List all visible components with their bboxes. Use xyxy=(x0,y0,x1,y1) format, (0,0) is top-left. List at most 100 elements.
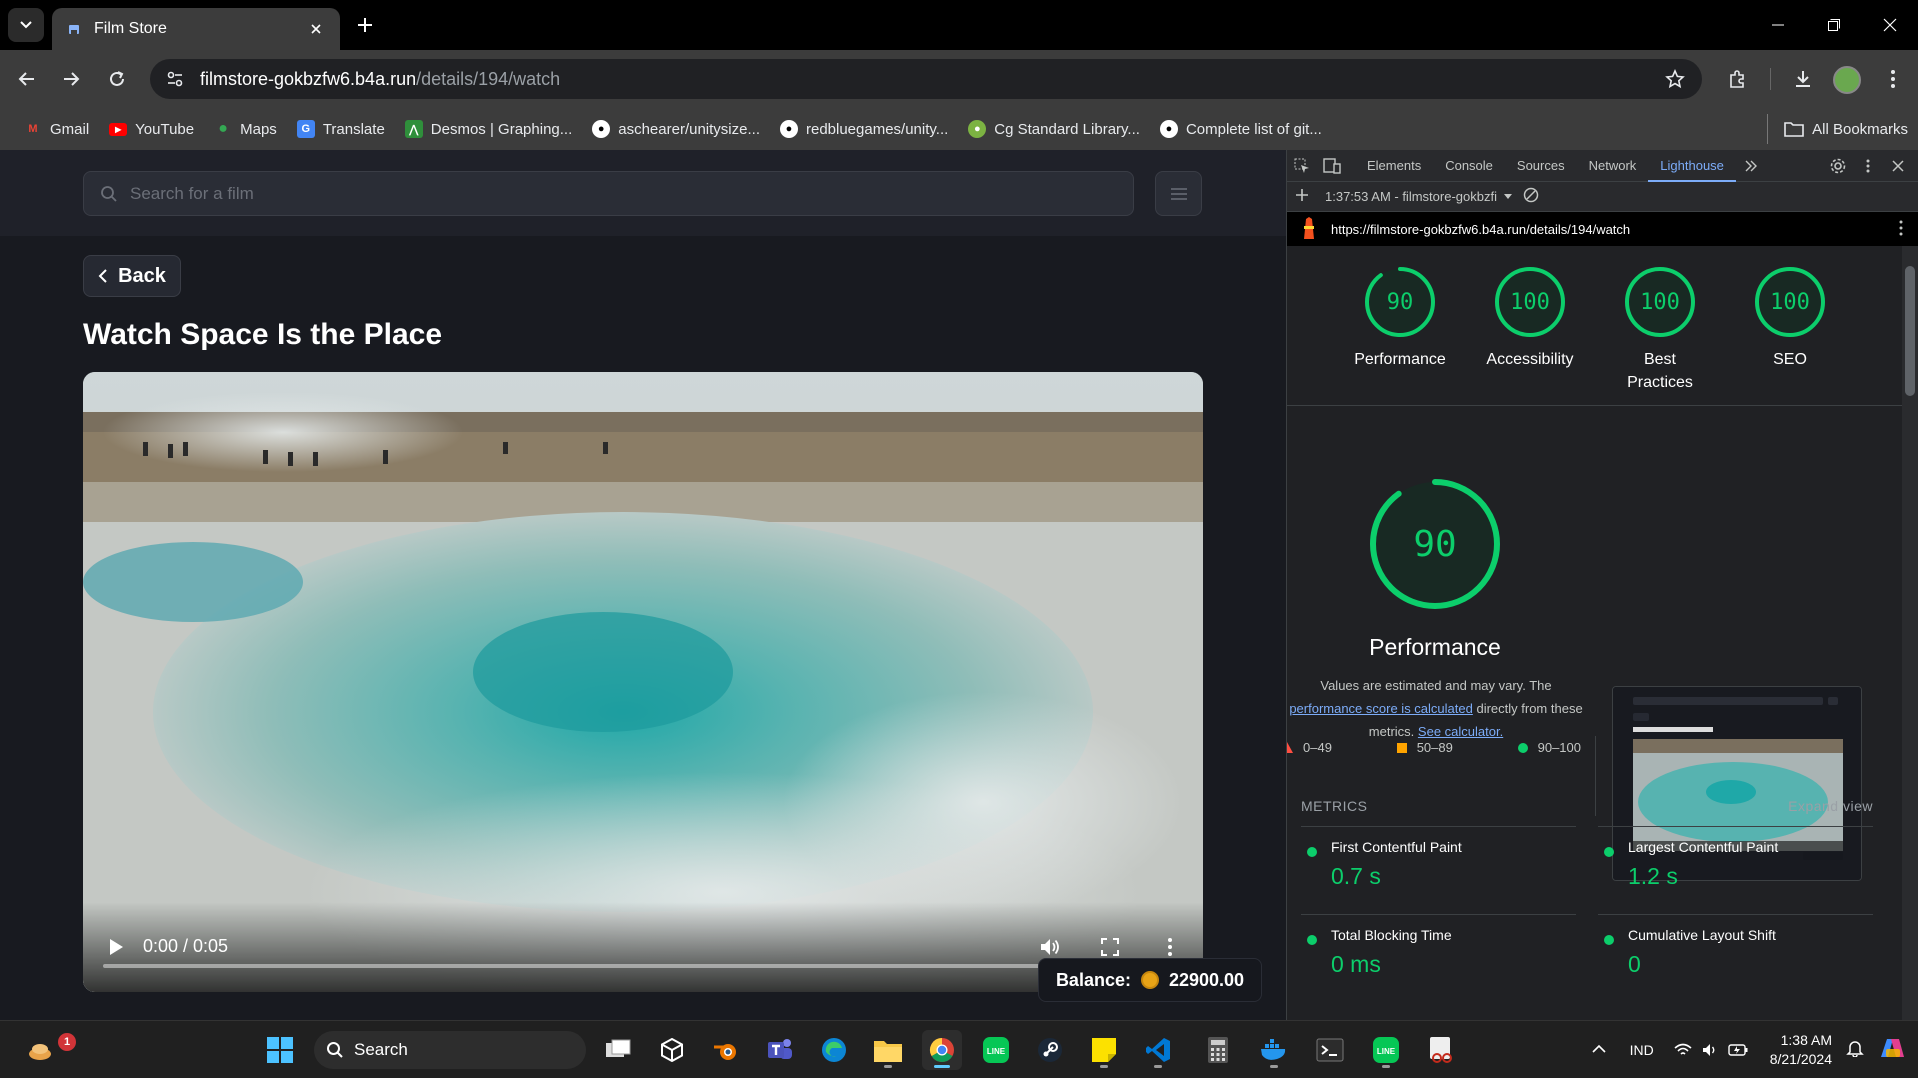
site-info-icon[interactable] xyxy=(162,66,188,92)
tab-search-button[interactable] xyxy=(8,8,44,42)
taskbar-app-blender[interactable] xyxy=(706,1030,746,1070)
extensions-button[interactable] xyxy=(1722,64,1752,94)
taskbar-app-unity[interactable] xyxy=(652,1030,692,1070)
close-window-button[interactable] xyxy=(1862,0,1918,50)
taskbar-app-snipping-tool[interactable] xyxy=(1422,1030,1462,1070)
clear-reports-button[interactable] xyxy=(1523,187,1539,206)
notification-center-button[interactable] xyxy=(1846,1039,1864,1062)
back-button[interactable]: Back xyxy=(83,255,181,297)
taskbar-app-sticky-notes[interactable] xyxy=(1084,1030,1124,1070)
bookmark-gmail[interactable]: M Gmail xyxy=(14,114,99,144)
scrollbar-thumb[interactable] xyxy=(1905,266,1915,396)
see-calculator-link[interactable]: See calculator. xyxy=(1418,724,1503,739)
report-menu-button[interactable] xyxy=(1899,220,1903,239)
new-report-button[interactable] xyxy=(1295,188,1309,205)
taskbar-app-widgets[interactable]: 1 xyxy=(20,1030,76,1070)
downloads-button[interactable] xyxy=(1788,64,1818,94)
expand-view-toggle[interactable]: Expand view xyxy=(1788,798,1873,814)
new-tab-button[interactable] xyxy=(350,10,380,40)
profile-avatar[interactable] xyxy=(1833,66,1861,94)
score-gauge-performance[interactable]: 90 Performance xyxy=(1354,266,1446,405)
bookmark-redbluegames[interactable]: ● redbluegames/unity... xyxy=(770,114,958,144)
taskbar-app-file-explorer[interactable] xyxy=(868,1030,908,1070)
more-tabs-button[interactable] xyxy=(1736,151,1766,181)
devtools-settings-button[interactable] xyxy=(1823,151,1853,181)
gauge-label: Performance xyxy=(1354,351,1446,368)
more-vertical-icon xyxy=(1866,159,1870,173)
taskbar-app-line[interactable]: LINE xyxy=(976,1030,1016,1070)
bookmark-youtube[interactable]: ▶ YouTube xyxy=(99,114,204,144)
close-tab-icon[interactable] xyxy=(306,19,326,39)
inspect-element-button[interactable] xyxy=(1287,151,1317,181)
taskbar-app-steam[interactable] xyxy=(1030,1030,1070,1070)
devtools-close-button[interactable] xyxy=(1883,151,1913,181)
bookmark-maps[interactable]: ● Maps xyxy=(204,114,287,144)
devtools-tab-network[interactable]: Network xyxy=(1577,150,1649,182)
show-hidden-icons-button[interactable] xyxy=(1592,1041,1606,1059)
report-url[interactable]: https://filmstore-gokbzfw6.b4a.run/detai… xyxy=(1331,222,1630,237)
taskbar-app-edge[interactable] xyxy=(814,1030,854,1070)
minimize-button[interactable] xyxy=(1750,0,1806,50)
all-bookmarks-button[interactable]: All Bookmarks xyxy=(1767,114,1908,144)
devtools-menu-button[interactable] xyxy=(1853,151,1883,181)
taskbar-app-task-view[interactable] xyxy=(598,1030,638,1070)
taskbar-search[interactable]: Search xyxy=(314,1031,586,1069)
film-search-input[interactable] xyxy=(130,183,1030,204)
windows-taskbar: 1 Search LINE LINE IND 1:38 AM 8/21/2024 xyxy=(0,1020,1918,1078)
quick-settings-button[interactable] xyxy=(1674,1043,1748,1057)
gauge-label: Best Practices xyxy=(1627,351,1693,391)
pass-indicator-icon xyxy=(1307,935,1317,945)
performance-section: 90 Performance Values are estimated and … xyxy=(1287,406,1903,881)
bookmark-star-icon[interactable] xyxy=(1662,66,1688,92)
devtools-tab-console[interactable]: Console xyxy=(1433,150,1505,182)
taskbar-app-teams[interactable] xyxy=(760,1030,800,1070)
video-progress-bar[interactable] xyxy=(103,964,1183,968)
taskbar-app-vscode[interactable] xyxy=(1138,1030,1178,1070)
bookmark-translate[interactable]: G Translate xyxy=(287,114,395,144)
video-player[interactable]: 0:00 / 0:05 xyxy=(83,372,1203,992)
score-gauge-best-practices[interactable]: 100 Best Practices xyxy=(1614,266,1706,405)
forward-nav-button[interactable] xyxy=(56,64,86,94)
copilot-button[interactable] xyxy=(1878,1035,1906,1066)
taskbar-app-calculator[interactable] xyxy=(1198,1030,1238,1070)
reload-button[interactable] xyxy=(102,64,132,94)
taskbar-app-chrome[interactable] xyxy=(922,1030,962,1070)
browser-menu-button[interactable] xyxy=(1878,64,1908,94)
back-nav-button[interactable] xyxy=(12,64,42,94)
devtools-tab-elements[interactable]: Elements xyxy=(1355,150,1433,182)
page-title: Watch Space Is the Place xyxy=(83,318,443,351)
score-gauge-seo[interactable]: 100 SEO xyxy=(1744,266,1836,405)
address-bar[interactable]: filmstore-gokbzfw6.b4a.run/details/194/w… xyxy=(150,59,1702,99)
bookmark-aschearer[interactable]: ● aschearer/unitysize... xyxy=(582,114,770,144)
score-calculated-link[interactable]: performance score is calculated xyxy=(1289,701,1473,716)
score-gauge-accessibility[interactable]: 100 Accessibility xyxy=(1484,266,1576,405)
play-button[interactable] xyxy=(101,932,131,962)
taskbar-search-label: Search xyxy=(354,1040,408,1059)
browser-tab-active[interactable]: Film Store xyxy=(52,8,340,50)
bookmark-desmos[interactable]: ⋀ Desmos | Graphing... xyxy=(395,114,582,144)
metric-value: 0 xyxy=(1628,951,1641,977)
film-search-bar[interactable] xyxy=(83,171,1134,216)
running-indicator xyxy=(1382,1065,1390,1068)
devtools-tab-lighthouse[interactable]: Lighthouse xyxy=(1648,150,1736,182)
taskbar-app-line-2[interactable]: LINE xyxy=(1366,1030,1406,1070)
bookmark-cg-standard-library[interactable]: ● Cg Standard Library... xyxy=(958,114,1150,144)
device-toolbar-button[interactable] xyxy=(1317,151,1347,181)
report-scrollbar[interactable] xyxy=(1902,246,1918,1020)
svg-text:LINE: LINE xyxy=(987,1047,1006,1056)
taskbar-app-terminal[interactable] xyxy=(1310,1030,1350,1070)
score-gauges: 90 Performance 100 Accessibility 100 Best Pra… xyxy=(1287,246,1903,406)
system-clock[interactable]: 1:38 AM 8/21/2024 xyxy=(1770,1031,1832,1069)
desmos-icon: ⋀ xyxy=(404,120,423,138)
devtools-tab-sources[interactable]: Sources xyxy=(1505,150,1577,182)
input-language[interactable]: IND xyxy=(1630,1042,1654,1058)
copilot-icon xyxy=(1881,1038,1904,1057)
puzzle-icon xyxy=(1730,70,1744,88)
restore-button[interactable] xyxy=(1806,0,1862,50)
cg-icon: ● xyxy=(968,120,987,138)
taskbar-app-docker[interactable] xyxy=(1254,1030,1294,1070)
bookmark-complete-list[interactable]: ● Complete list of git... xyxy=(1150,114,1332,144)
hamburger-menu-button[interactable] xyxy=(1155,171,1202,216)
start-button[interactable] xyxy=(260,1030,300,1070)
report-selector[interactable]: 1:37:53 AM - filmstore-gokbzfi xyxy=(1325,189,1513,204)
